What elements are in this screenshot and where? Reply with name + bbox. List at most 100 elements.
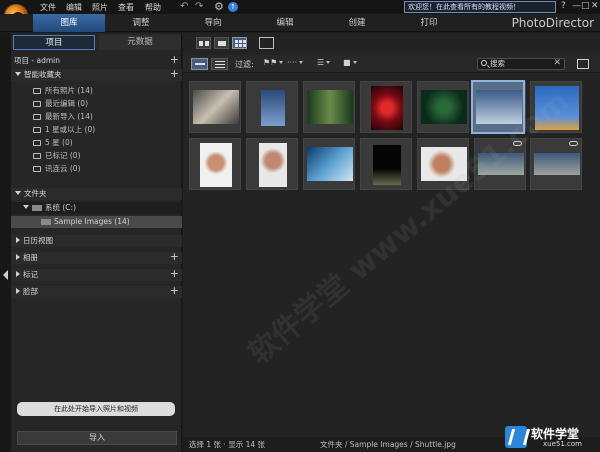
site-logo: 软件学堂 xue51.com — [503, 424, 600, 452]
collapse-icon — [16, 271, 20, 277]
photo-thumbnail[interactable] — [303, 138, 355, 190]
photo-thumbnail[interactable] — [360, 81, 412, 133]
module-tabs: 图库 调整 导向 编辑 创建 打印 PhotoDirector — [0, 14, 600, 32]
tab-library[interactable]: 图库 — [33, 14, 105, 32]
flag-filter-dropdown[interactable]: ⚑⚑ — [263, 58, 284, 70]
panorama-badge-icon — [569, 141, 578, 146]
menu-view[interactable]: 查看 — [118, 2, 134, 13]
main-area: 过滤: ⚑⚑ ···· ☰ ■ ✕ 软件学堂 www.xue51.com 选择 … — [183, 33, 600, 452]
site-logo-icon — [505, 426, 527, 448]
photo-thumbnail[interactable] — [474, 138, 526, 190]
star-icon — [33, 140, 41, 146]
fullscreen-icon[interactable] — [259, 37, 274, 49]
grid-view-icon[interactable] — [232, 37, 247, 49]
help-icon[interactable]: ? — [561, 1, 566, 11]
search-input[interactable] — [490, 59, 550, 69]
smart-item-imported[interactable]: 最新导入 (14) — [11, 111, 182, 123]
faces-header[interactable]: 脸部 + — [11, 285, 182, 298]
add-face-icon[interactable]: + — [170, 285, 179, 297]
tab-adjust[interactable]: 调整 — [105, 14, 177, 32]
photo-thumbnail[interactable] — [189, 81, 241, 133]
redo-icon[interactable]: ↷ — [195, 1, 203, 12]
collection-icon — [33, 88, 41, 94]
collapse-icon — [16, 237, 20, 243]
collection-icon — [33, 101, 41, 107]
smart-item-flagged[interactable]: 已标记 (0) — [11, 150, 182, 162]
import-button[interactable]: 导入 — [17, 431, 177, 445]
view-toolbar — [183, 33, 600, 53]
left-panel: 项目 元数据 项目 - admin + 智能收藏夹 + 所有照片 (14) 最近… — [11, 33, 182, 452]
albums-header[interactable]: 相册 + — [11, 251, 182, 264]
minimize-icon[interactable]: — — [572, 1, 581, 11]
star-filter-dropdown[interactable]: ···· — [287, 58, 304, 70]
tags-header[interactable]: 标记 + — [11, 268, 182, 281]
add-tag-icon[interactable]: + — [170, 268, 179, 280]
close-icon[interactable]: ✕ — [591, 1, 599, 11]
folders-header[interactable]: 文件夹 — [11, 188, 182, 200]
add-album-icon[interactable]: + — [170, 251, 179, 263]
search-icon — [481, 60, 487, 66]
tab-project[interactable]: 项目 — [13, 35, 95, 50]
export-icon[interactable] — [577, 59, 589, 69]
add-smart-collection-icon[interactable]: + — [170, 68, 179, 80]
panorama-badge-icon — [513, 141, 522, 146]
search-box[interactable]: ✕ — [477, 58, 565, 70]
photo-thumbnail[interactable] — [246, 81, 298, 133]
expand-icon — [23, 205, 29, 209]
single-view-icon[interactable] — [214, 37, 229, 49]
photo-thumbnail[interactable] — [189, 138, 241, 190]
tab-print[interactable]: 打印 — [393, 14, 465, 32]
compare-view-icon[interactable] — [196, 37, 211, 49]
photo-thumbnail[interactable] — [417, 138, 469, 190]
sort-dropdown[interactable]: ☰ — [317, 58, 331, 70]
thumbnail-mode-icon[interactable] — [191, 58, 208, 70]
collapse-panel-icon[interactable] — [3, 270, 8, 280]
undo-icon[interactable]: ↶ — [180, 1, 188, 12]
gear-icon[interactable]: ⚙ — [214, 0, 224, 13]
tab-metadata[interactable]: 元数据 — [99, 35, 181, 50]
tab-edit[interactable]: 编辑 — [249, 14, 321, 32]
import-hint-tooltip: 在此处开始导入照片和视频 — [17, 402, 175, 416]
collapse-icon — [16, 288, 20, 294]
photo-thumbnail[interactable] — [360, 138, 412, 190]
drive-c[interactable]: 系统 (C:) — [11, 202, 182, 214]
smart-item-all[interactable]: 所有照片 (14) — [11, 85, 182, 97]
menu-help[interactable]: 帮助 — [145, 2, 161, 13]
smart-item-1star[interactable]: 1 星或以上 (0) — [11, 124, 182, 136]
photo-thumbnail[interactable] — [417, 81, 469, 133]
cloud-icon — [33, 166, 41, 172]
maximize-icon[interactable]: □ — [581, 1, 590, 11]
file-path: 文件夹 / Sample Images / Shuttle.jpg — [320, 440, 456, 449]
brand-name: PhotoDirector — [511, 16, 594, 30]
menu-photo[interactable]: 照片 — [92, 2, 108, 13]
calendar-header[interactable]: 日历视图 — [11, 235, 182, 247]
drive-icon — [32, 205, 42, 211]
add-project-icon[interactable]: + — [170, 54, 179, 66]
photo-thumbnail[interactable] — [530, 138, 582, 190]
left-edge — [0, 33, 11, 452]
welcome-banner[interactable]: 欢迎您！在此查看所有的教程视频！ — [404, 1, 556, 13]
smart-item-5star[interactable]: 5 星 (0) — [11, 137, 182, 149]
tab-create[interactable]: 创建 — [321, 14, 393, 32]
smart-collections-header[interactable]: 智能收藏夹 + — [11, 68, 182, 81]
flag-icon — [33, 153, 41, 159]
folder-icon — [41, 219, 51, 225]
photo-thumbnail[interactable] — [530, 81, 582, 133]
photo-thumbnail-selected[interactable] — [471, 80, 525, 134]
photo-thumbnail[interactable] — [246, 138, 298, 190]
menu-edit[interactable]: 编辑 — [66, 2, 82, 13]
folder-sample-images[interactable]: Sample Images (14) — [11, 216, 182, 228]
list-mode-icon[interactable] — [211, 58, 228, 70]
expand-icon — [15, 72, 21, 76]
project-header: 项目 - admin + — [14, 53, 179, 66]
collection-icon — [33, 114, 41, 120]
expand-icon — [15, 191, 21, 195]
update-icon[interactable]: ↑ — [228, 2, 238, 12]
tab-guided[interactable]: 导向 — [177, 14, 249, 32]
photo-thumbnail[interactable] — [303, 81, 355, 133]
smart-item-recent[interactable]: 最近编辑 (0) — [11, 98, 182, 110]
menu-file[interactable]: 文件 — [40, 2, 56, 13]
clear-search-icon[interactable]: ✕ — [553, 58, 561, 68]
smart-item-cloud[interactable]: 讯连云 (0) — [11, 163, 182, 175]
label-dropdown[interactable]: ■ — [343, 58, 357, 70]
